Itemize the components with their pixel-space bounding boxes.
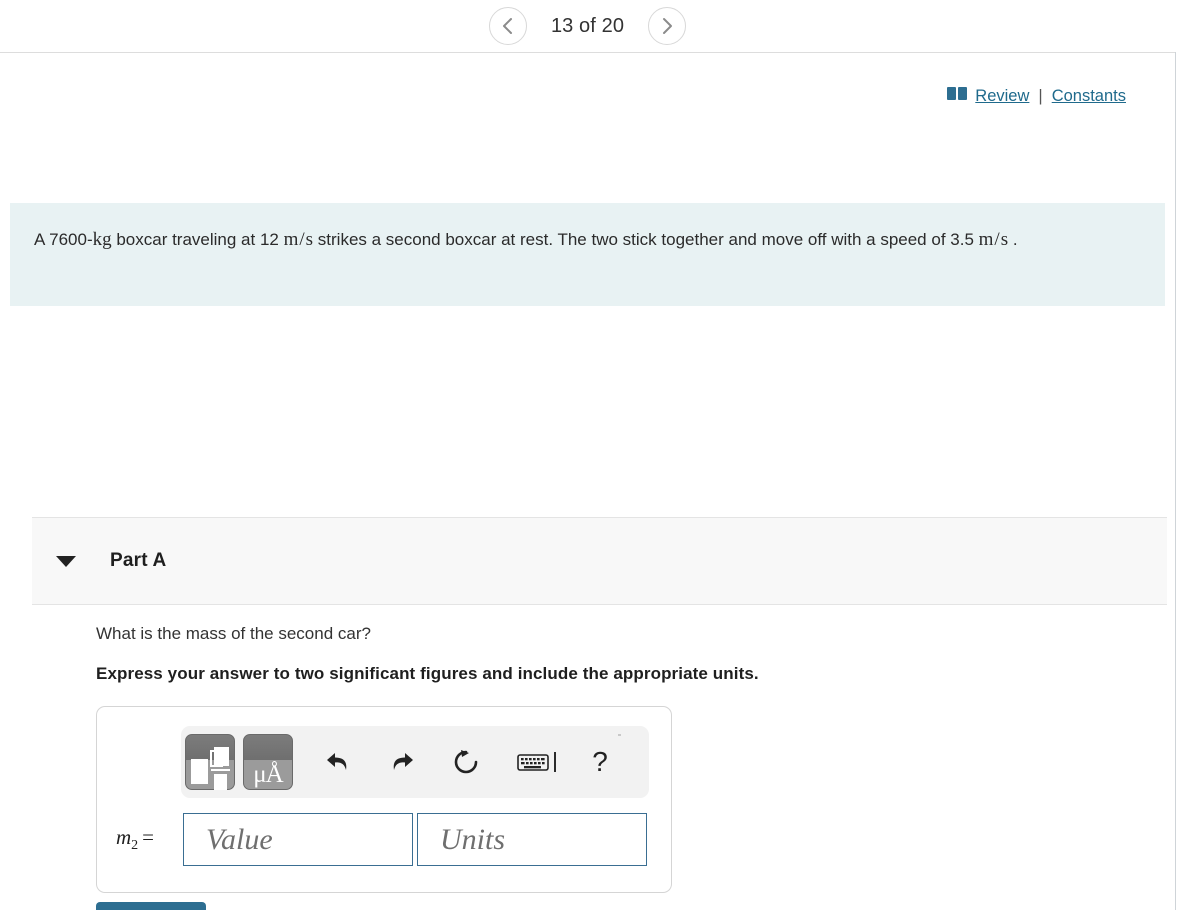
link-separator: |: [1038, 87, 1043, 105]
right-panel-divider: [1175, 52, 1176, 910]
value-input[interactable]: Value: [183, 813, 413, 866]
problem-statement: A 7600-kg boxcar traveling at 12 m / s str…: [10, 203, 1165, 306]
part-a-title: Part A: [110, 550, 167, 571]
problem-unit-ms-2: m / s: [979, 225, 1008, 254]
book-icon: [947, 86, 968, 107]
page-indicator: 13 of 20: [550, 14, 625, 37]
unit-denominator-2: s: [1000, 229, 1009, 250]
resource-links: Review | Constants: [947, 86, 1126, 107]
units-placeholder: Units: [440, 822, 506, 856]
undo-button[interactable]: [315, 739, 361, 785]
keyboard-toggle-button[interactable]: [507, 739, 565, 785]
equals-sign: =: [142, 824, 155, 849]
math-toolbar: μÅ ?: [181, 726, 649, 798]
redo-icon: [388, 749, 416, 775]
unit-slash-2: /: [994, 229, 1000, 250]
reset-button[interactable]: [443, 739, 489, 785]
unit-numerator-1: m: [283, 229, 299, 250]
problem-text-4: .: [1008, 230, 1018, 249]
undo-icon: [324, 749, 352, 775]
toolbar-dot-marker: [618, 734, 621, 736]
unit-denominator-1: s: [305, 229, 314, 250]
chevron-right-icon: [660, 17, 674, 35]
exercise-page: 13 of 20 Review | Constants A 7600-kg bo…: [0, 0, 1190, 910]
part-a-header[interactable]: Part A: [32, 517, 1167, 605]
unit-slash-1: /: [299, 229, 305, 250]
value-placeholder: Value: [206, 822, 273, 856]
next-question-button[interactable]: [648, 7, 687, 45]
text-cursor-icon: [553, 752, 556, 772]
units-template-icon: μÅ: [253, 761, 283, 788]
submit-button[interactable]: [96, 902, 206, 910]
help-button[interactable]: ?: [577, 739, 623, 785]
question-pager: 13 of 20: [0, 0, 1175, 52]
problem-text-3: strikes a second boxcar at rest. The two…: [313, 230, 979, 249]
question-mark-icon: ?: [592, 746, 608, 777]
answer-input-row: m2 = Value Units: [115, 813, 647, 866]
redo-button[interactable]: [379, 739, 425, 785]
units-input[interactable]: Units: [417, 813, 647, 866]
header-divider: [0, 52, 1175, 53]
problem-text-2: boxcar traveling at 12: [111, 230, 284, 249]
chevron-left-icon: [501, 17, 515, 35]
variable-label: m2 =: [115, 825, 183, 854]
keyboard-icon: [516, 752, 549, 772]
previous-question-button[interactable]: [488, 7, 527, 45]
review-link[interactable]: Review: [975, 87, 1029, 106]
answer-entry-box: μÅ ? m2 = Value Units: [96, 706, 672, 893]
question-text: What is the mass of the second car?: [96, 624, 371, 643]
problem-unit-ms-1: m / s: [284, 225, 313, 254]
math-template-button[interactable]: [185, 734, 235, 790]
variable-symbol: m: [116, 824, 132, 849]
reset-icon: [452, 748, 480, 776]
problem-text-1: A 7600-: [34, 230, 93, 249]
problem-unit-kg: kg: [92, 229, 112, 250]
constants-link[interactable]: Constants: [1052, 87, 1126, 106]
answer-instruction: Express your answer to two significant f…: [96, 664, 759, 683]
unit-numerator-2: m: [978, 229, 994, 250]
caret-down-icon[interactable]: [56, 555, 76, 567]
units-template-button[interactable]: μÅ: [243, 734, 293, 790]
